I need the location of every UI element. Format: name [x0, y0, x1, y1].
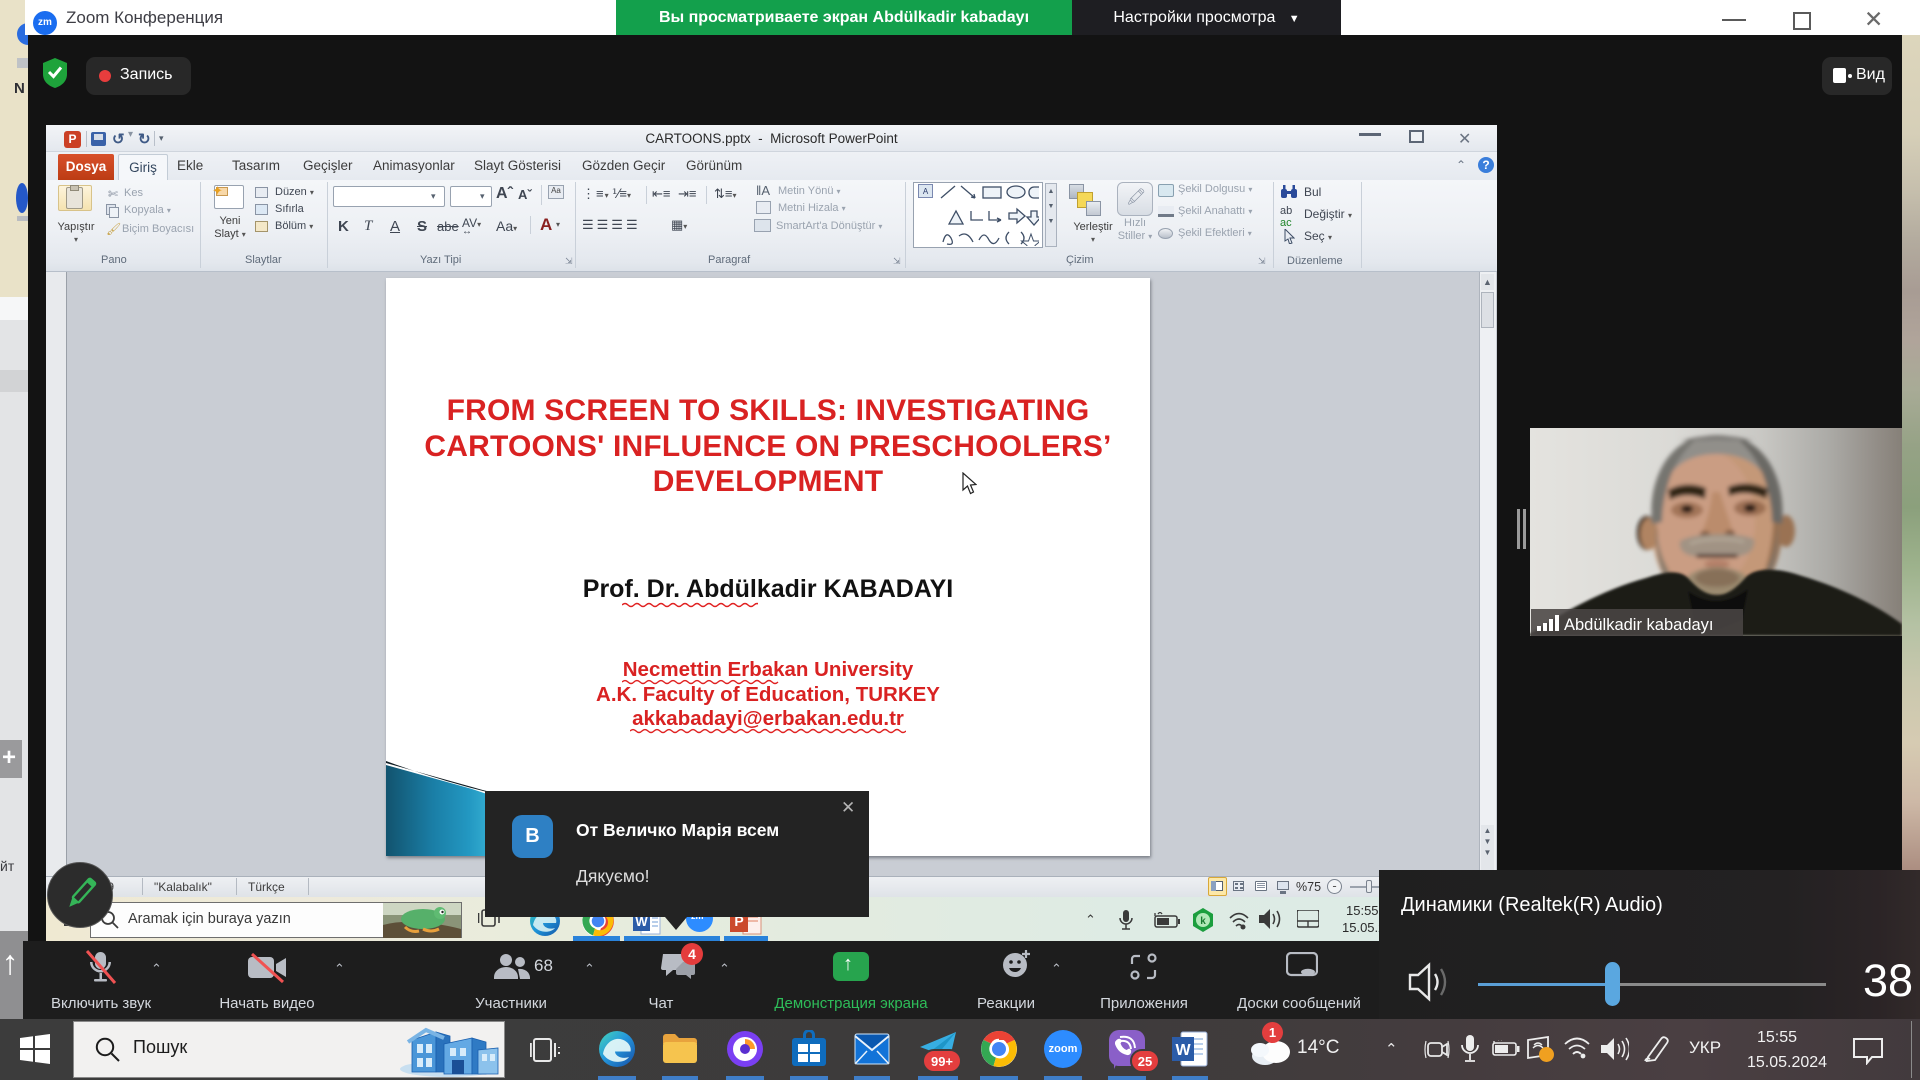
svg-text:W: W — [1175, 1042, 1191, 1059]
svg-text:Abdülkadir kabadayı: Abdülkadir kabadayı — [1564, 616, 1714, 634]
svg-text:k: k — [1200, 916, 1206, 927]
